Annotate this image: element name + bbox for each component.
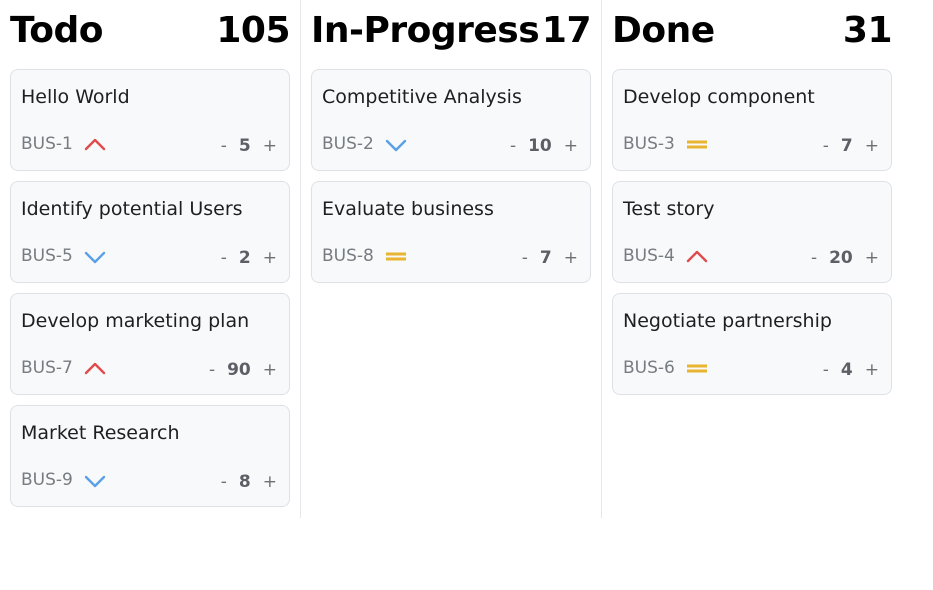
increment-button[interactable]: +: [562, 248, 580, 268]
column-todo: Todo 105 Hello World BUS-1 - 5 + Identif…: [0, 0, 301, 518]
points-stepper: - 90 +: [207, 360, 279, 380]
decrement-button[interactable]: -: [508, 136, 518, 156]
task-card[interactable]: Evaluate business BUS-8 - 7 +: [311, 181, 591, 283]
chevron-down-icon: [83, 246, 107, 268]
card-id: BUS-6: [623, 358, 675, 378]
task-card[interactable]: Competitive Analysis BUS-2 - 10 +: [311, 69, 591, 171]
card-title: Competitive Analysis: [322, 86, 522, 108]
card-id: BUS-1: [21, 134, 73, 154]
increment-button[interactable]: +: [261, 248, 279, 268]
decrement-button[interactable]: -: [219, 136, 229, 156]
card-id: BUS-4: [623, 246, 675, 266]
card-id: BUS-7: [21, 358, 73, 378]
column-total: 17: [541, 9, 592, 51]
decrement-button[interactable]: -: [821, 360, 831, 380]
card-id: BUS-2: [322, 134, 374, 154]
chevron-up-icon: [685, 246, 709, 268]
points-stepper: - 5 +: [219, 136, 279, 156]
card-title: Identify potential Users: [21, 198, 243, 220]
points-value: 90: [227, 360, 251, 380]
task-card[interactable]: Market Research BUS-9 - 8 +: [10, 405, 290, 507]
decrement-button[interactable]: -: [219, 472, 229, 492]
task-card[interactable]: Develop marketing plan BUS-7 - 90 +: [10, 293, 290, 395]
points-value: 2: [238, 248, 251, 268]
points-stepper: - 7 +: [520, 248, 580, 268]
card-id: BUS-8: [322, 246, 374, 266]
points-value: 4: [840, 360, 853, 380]
card-id: BUS-3: [623, 134, 675, 154]
increment-button[interactable]: +: [863, 136, 881, 156]
column-total: 105: [216, 9, 290, 51]
increment-button[interactable]: +: [863, 248, 881, 268]
equals-icon: [685, 358, 709, 380]
column-in-progress: In-Progress 17 Competitive Analysis BUS-…: [301, 0, 602, 518]
decrement-button[interactable]: -: [520, 248, 530, 268]
points-stepper: - 20 +: [809, 248, 881, 268]
task-card[interactable]: Negotiate partnership BUS-6 - 4 +: [612, 293, 892, 395]
card-list: Develop component BUS-3 - 7 + Test story…: [612, 69, 892, 405]
card-list: Competitive Analysis BUS-2 - 10 + Evalua…: [311, 69, 591, 293]
points-value: 5: [238, 136, 251, 156]
increment-button[interactable]: +: [562, 136, 580, 156]
increment-button[interactable]: +: [261, 136, 279, 156]
decrement-button[interactable]: -: [207, 360, 217, 380]
chevron-up-icon: [83, 358, 107, 380]
decrement-button[interactable]: -: [809, 248, 819, 268]
points-value: 7: [840, 136, 853, 156]
column-header: Todo 105: [10, 8, 290, 52]
increment-button[interactable]: +: [863, 360, 881, 380]
column-header: In-Progress 17: [311, 8, 592, 52]
card-id: BUS-5: [21, 246, 73, 266]
task-card[interactable]: Identify potential Users BUS-5 - 2 +: [10, 181, 290, 283]
task-card[interactable]: Develop component BUS-3 - 7 +: [612, 69, 892, 171]
kanban-board: Todo 105 Hello World BUS-1 - 5 + Identif…: [0, 0, 933, 590]
increment-button[interactable]: +: [261, 360, 279, 380]
equals-icon: [685, 134, 709, 156]
points-stepper: - 4 +: [821, 360, 881, 380]
points-stepper: - 2 +: [219, 248, 279, 268]
card-title: Develop component: [623, 86, 815, 108]
decrement-button[interactable]: -: [219, 248, 229, 268]
task-card[interactable]: Hello World BUS-1 - 5 +: [10, 69, 290, 171]
column-header: Done 31: [612, 8, 893, 52]
points-stepper: - 7 +: [821, 136, 881, 156]
increment-button[interactable]: +: [261, 472, 279, 492]
points-stepper: - 10 +: [508, 136, 580, 156]
card-title: Market Research: [21, 422, 180, 444]
column-title: Done: [612, 9, 715, 51]
chevron-up-icon: [83, 134, 107, 156]
points-value: 7: [539, 248, 552, 268]
column-total: 31: [842, 9, 893, 51]
points-value: 10: [528, 136, 552, 156]
card-title: Hello World: [21, 86, 130, 108]
chevron-down-icon: [83, 470, 107, 492]
column-title: Todo: [10, 9, 104, 51]
equals-icon: [384, 246, 408, 268]
card-list: Hello World BUS-1 - 5 + Identify potenti…: [10, 69, 290, 517]
chevron-down-icon: [384, 134, 408, 156]
card-title: Develop marketing plan: [21, 310, 250, 332]
card-title: Negotiate partnership: [623, 310, 832, 332]
points-value: 20: [829, 248, 853, 268]
points-stepper: - 8 +: [219, 472, 279, 492]
task-card[interactable]: Test story BUS-4 - 20 +: [612, 181, 892, 283]
card-title: Test story: [623, 198, 715, 220]
decrement-button[interactable]: -: [821, 136, 831, 156]
column-done: Done 31 Develop component BUS-3 - 7 + Te…: [602, 0, 902, 518]
column-title: In-Progress: [311, 9, 540, 51]
points-value: 8: [238, 472, 251, 492]
card-title: Evaluate business: [322, 198, 494, 220]
card-id: BUS-9: [21, 470, 73, 490]
